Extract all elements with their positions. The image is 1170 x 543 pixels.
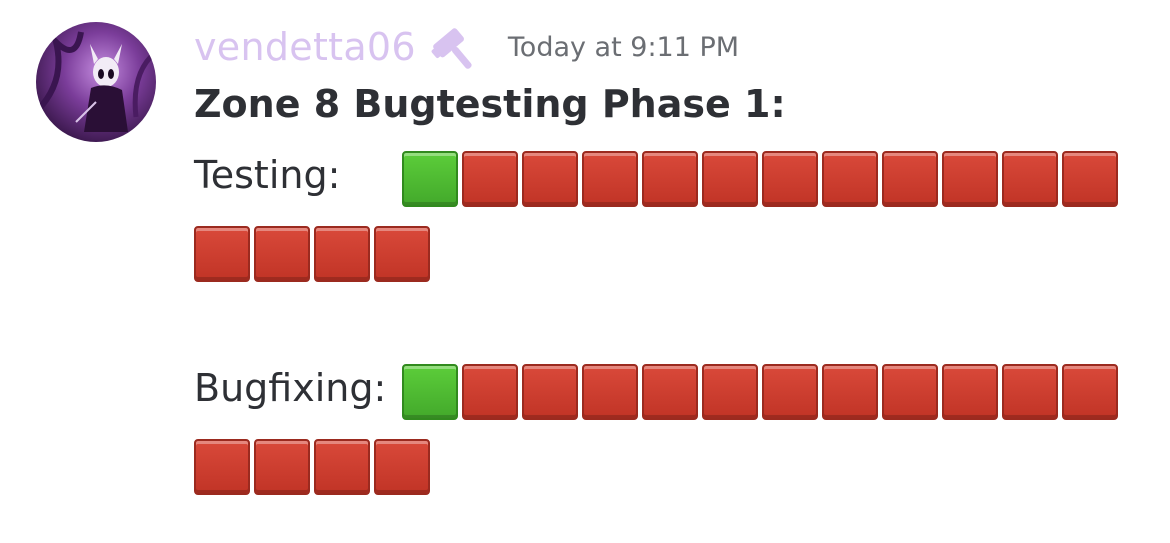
username[interactable]: vendetta06 xyxy=(194,25,416,69)
progress-square-pending xyxy=(314,439,370,495)
progress-square-pending xyxy=(1062,151,1118,207)
progress-square-pending xyxy=(1002,151,1058,207)
progress-square-pending xyxy=(374,226,430,282)
progress-square-pending xyxy=(374,439,430,495)
progress-square-pending xyxy=(942,151,998,207)
progress-square-pending xyxy=(194,439,250,495)
progress-row-testing: Testing: xyxy=(194,153,340,197)
progress-square-pending xyxy=(522,151,578,207)
progress-square-done xyxy=(402,364,458,420)
progress-square-pending xyxy=(822,151,878,207)
progress-square-pending xyxy=(762,151,818,207)
progress-square-pending xyxy=(462,364,518,420)
progress-square-pending xyxy=(702,364,758,420)
progress-square-pending xyxy=(582,364,638,420)
progress-square-pending xyxy=(822,364,878,420)
progress-squares xyxy=(402,151,1118,207)
progress-label: Bugfixing: xyxy=(194,366,387,410)
progress-square-pending xyxy=(254,226,310,282)
progress-square-pending xyxy=(314,226,370,282)
progress-square-pending xyxy=(522,364,578,420)
progress-square-pending xyxy=(942,364,998,420)
progress-square-pending xyxy=(1062,364,1118,420)
avatar[interactable] xyxy=(36,22,156,142)
progress-square-pending xyxy=(702,151,758,207)
progress-square-pending xyxy=(882,364,938,420)
progress-square-pending xyxy=(882,151,938,207)
message-title: Zone 8 Bugtesting Phase 1: xyxy=(194,82,786,126)
progress-squares-wrap xyxy=(194,226,430,282)
progress-row-bugfixing: Bugfixing: xyxy=(194,366,386,410)
progress-square-pending xyxy=(462,151,518,207)
progress-squares-wrap xyxy=(194,439,430,495)
progress-square-pending xyxy=(642,364,698,420)
avatar-image xyxy=(36,22,156,142)
progress-square-pending xyxy=(1002,364,1058,420)
message-header: vendetta06 Today at 9:11 PM xyxy=(194,20,739,74)
progress-square-done xyxy=(402,151,458,207)
progress-square-pending xyxy=(254,439,310,495)
hammer-icon xyxy=(428,21,484,73)
progress-squares xyxy=(402,364,1118,420)
progress-square-pending xyxy=(642,151,698,207)
progress-square-pending xyxy=(582,151,638,207)
progress-label: Testing: xyxy=(194,153,341,197)
progress-square-pending xyxy=(194,226,250,282)
progress-square-pending xyxy=(762,364,818,420)
message-timestamp: Today at 9:11 PM xyxy=(507,31,740,63)
